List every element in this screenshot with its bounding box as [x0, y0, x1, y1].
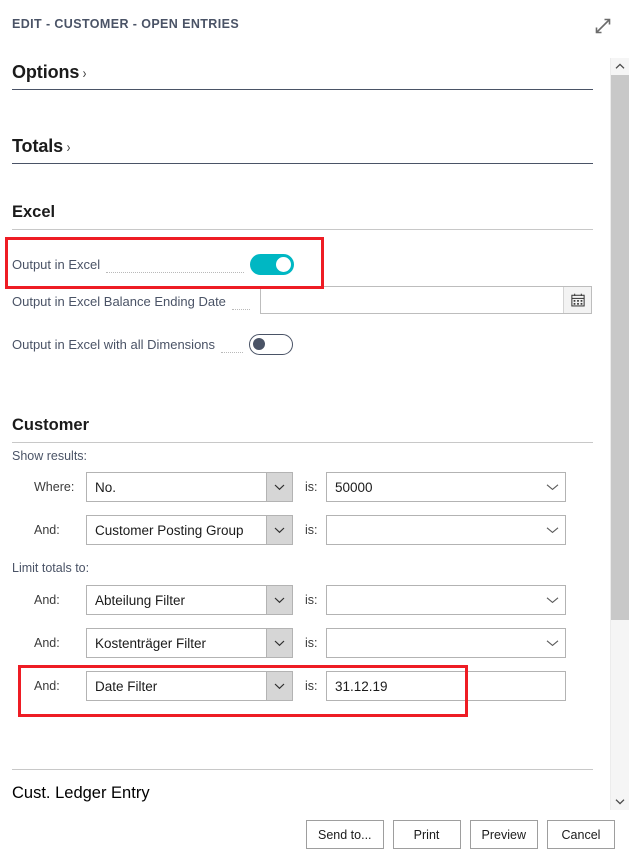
filter-row-date-filter: And: Date Filter is: 31.12.19 [12, 671, 597, 701]
filter-field-select-kostentraeger[interactable]: Kostenträger Filter [86, 628, 293, 658]
filter-is-label: is: [293, 593, 326, 607]
section-label-customer: Customer [12, 416, 89, 434]
limit-totals-label: Limit totals to: [12, 561, 89, 575]
chevron-down-icon[interactable] [266, 473, 292, 501]
filter-field-select-abteilung[interactable]: Abteilung Filter [86, 585, 293, 615]
filter-is-label: is: [293, 636, 326, 650]
field-row-balance-ending-date: Output in Excel Balance Ending Date [12, 288, 256, 314]
leader-dots [106, 259, 244, 273]
show-results-label: Show results: [12, 449, 87, 463]
filter-is-label: is: [293, 679, 326, 693]
section-label-options: Options [12, 62, 79, 83]
field-row-output-in-excel: Output in Excel [12, 251, 294, 277]
filter-row-abteilung: And: Abteilung Filter is: [12, 585, 597, 615]
filter-value-input-date-filter[interactable]: 31.12.19 [326, 671, 566, 701]
filter-field-select-customer-posting-group[interactable]: Customer Posting Group [86, 515, 293, 545]
filter-is-label: is: [293, 480, 326, 494]
chevron-down-icon[interactable] [539, 526, 565, 534]
filter-field-value: Abteilung Filter [87, 593, 266, 608]
preview-button[interactable]: Preview [470, 820, 538, 849]
scrollbar-thumb[interactable] [611, 75, 629, 620]
leader-dots [221, 339, 243, 353]
filter-conjunction: Where: [12, 480, 86, 494]
section-label-totals: Totals [12, 136, 63, 157]
leader-dots [232, 296, 250, 310]
chevron-down-icon[interactable] [266, 516, 292, 544]
field-label-balance-ending-date: Output in Excel Balance Ending Date [12, 294, 226, 309]
filter-field-value: Customer Posting Group [87, 523, 266, 538]
chevron-down-icon[interactable] [539, 639, 565, 647]
filter-field-select-no[interactable]: No. [86, 472, 293, 502]
send-to-button[interactable]: Send to... [306, 820, 384, 849]
dialog-content: Options › Totals › Excel Output in Excel… [0, 48, 605, 810]
chevron-down-icon[interactable] [539, 483, 565, 491]
filter-field-value: No. [87, 480, 266, 495]
filter-value-input-customer-posting-group[interactable] [326, 515, 566, 545]
chevron-right-icon: › [83, 65, 87, 82]
filter-row-kostentraeger: And: Kostenträger Filter is: [12, 628, 597, 658]
filter-field-value: Date Filter [87, 679, 266, 694]
section-header-totals[interactable]: Totals › [12, 136, 593, 164]
filter-field-value: Kostenträger Filter [87, 636, 266, 651]
filter-conjunction: And: [12, 593, 86, 607]
cancel-button[interactable]: Cancel [547, 820, 615, 849]
calendar-icon[interactable] [563, 287, 591, 313]
section-label-excel: Excel [12, 203, 55, 221]
filter-value-input-kostentraeger[interactable] [326, 628, 566, 658]
window-title: EDIT - CUSTOMER - OPEN ENTRIES [12, 17, 239, 31]
print-button[interactable]: Print [393, 820, 461, 849]
chevron-down-icon[interactable] [266, 586, 292, 614]
filter-conjunction: And: [12, 523, 86, 537]
chevron-down-icon[interactable] [611, 793, 629, 810]
toggle-knob [276, 257, 291, 272]
filter-value-text: 50000 [327, 480, 539, 495]
field-row-all-dimensions: Output in Excel with all Dimensions [12, 331, 293, 357]
section-header-excel: Excel [12, 203, 593, 230]
filter-field-select-date-filter[interactable]: Date Filter [86, 671, 293, 701]
field-label-output-in-excel: Output in Excel [12, 257, 100, 272]
section-label-cust-ledger-entry: Cust. Ledger Entry [12, 784, 150, 802]
filter-is-label: is: [293, 523, 326, 537]
filter-row-no: Where: No. is: 50000 [12, 472, 597, 502]
filter-row-customer-posting-group: And: Customer Posting Group is: [12, 515, 597, 545]
filter-value-input-abteilung[interactable] [326, 585, 566, 615]
vertical-scrollbar[interactable] [610, 58, 629, 810]
balance-ending-date-field[interactable] [261, 287, 563, 313]
section-header-customer: Customer [12, 416, 593, 443]
field-label-all-dimensions: Output in Excel with all Dimensions [12, 337, 215, 352]
section-header-options[interactable]: Options › [12, 62, 593, 90]
footer-button-bar: Send to... Print Preview Cancel [306, 820, 615, 849]
dialog-footer: Send to... Print Preview Cancel [0, 810, 629, 865]
toggle-all-dimensions[interactable] [249, 334, 293, 355]
section-header-cust-ledger-entry: Cust. Ledger Entry [12, 784, 150, 803]
chevron-down-icon[interactable] [539, 596, 565, 604]
filter-conjunction: And: [12, 636, 86, 650]
chevron-right-icon: › [67, 139, 71, 156]
chevron-down-icon[interactable] [266, 629, 292, 657]
filter-value-input-no[interactable]: 50000 [326, 472, 566, 502]
filter-value-text: 31.12.19 [327, 679, 565, 694]
expand-diagonal-icon[interactable] [589, 12, 617, 40]
divider-line [12, 769, 593, 770]
toggle-knob [253, 338, 265, 350]
date-input-balance-ending-date[interactable] [260, 286, 592, 314]
chevron-up-icon[interactable] [611, 58, 629, 75]
toggle-output-in-excel[interactable] [250, 254, 294, 275]
filter-conjunction: And: [12, 679, 86, 693]
chevron-down-icon[interactable] [266, 672, 292, 700]
